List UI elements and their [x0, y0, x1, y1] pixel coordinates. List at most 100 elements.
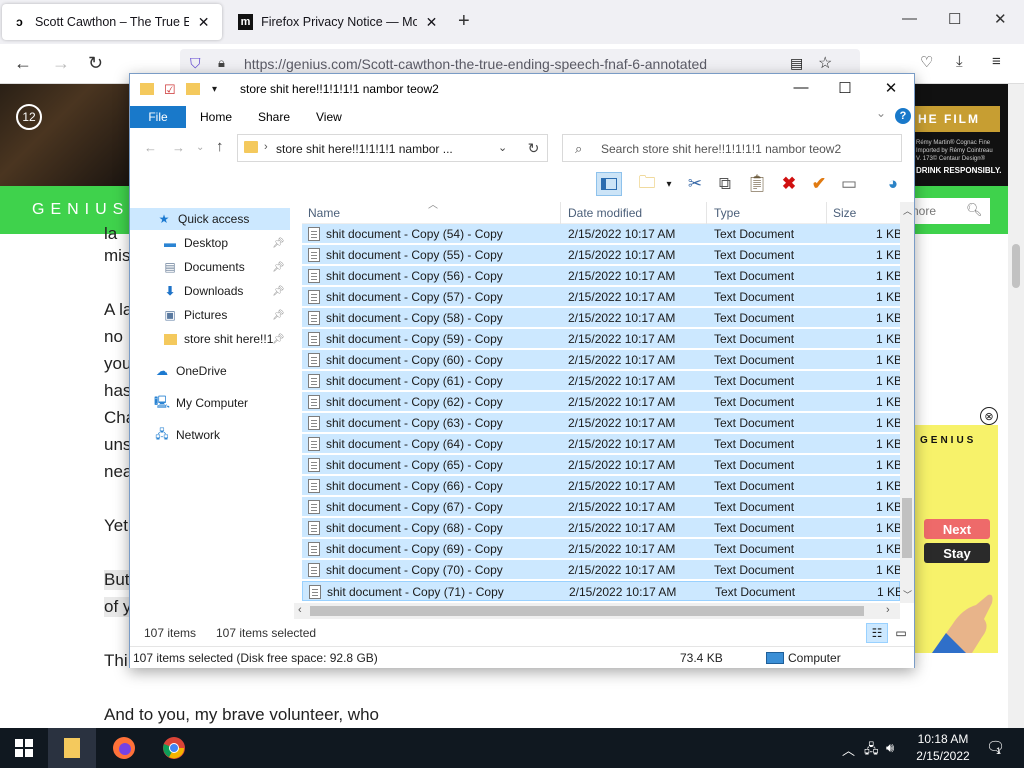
rename-check-icon[interactable]: ✔: [806, 172, 832, 196]
delete-icon[interactable]: ✖: [776, 172, 802, 196]
scroll-left-icon[interactable]: ‹: [298, 604, 302, 616]
file-row[interactable]: shit document - Copy (55) - Copy 2/15/202…: [302, 245, 900, 265]
address-dropdown-icon[interactable]: ⌄: [498, 141, 507, 154]
nav-item-store-folder[interactable]: store shit here!!1 📌︎: [130, 328, 290, 350]
start-button[interactable]: [0, 728, 48, 768]
forward-icon[interactable]: →: [52, 53, 70, 74]
genius-search-input[interactable]: nore 🔍︎: [902, 198, 990, 224]
properties-icon[interactable]: ▭: [836, 172, 862, 196]
explorer-maximize-button[interactable]: ☐: [830, 79, 860, 97]
large-icons-view-icon[interactable]: ▭: [890, 623, 912, 643]
file-row[interactable]: shit document - Copy (65) - Copy 2/15/202…: [302, 455, 900, 475]
taskbar-file-explorer[interactable]: [48, 728, 96, 768]
scroll-right-icon[interactable]: ›: [886, 604, 890, 616]
nav-item-quick-access[interactable]: ★ Quick access: [130, 208, 290, 230]
file-row[interactable]: shit document - Copy (67) - Copy 2/15/202…: [302, 497, 900, 517]
list-vertical-scroll-thumb[interactable]: [902, 498, 912, 558]
nav-item-desktop[interactable]: ▬ Desktop 📌︎: [130, 232, 290, 254]
reload-icon[interactable]: ↻: [88, 53, 103, 74]
url-text[interactable]: https://genius.com/Scott-cawthon-the-tru…: [244, 56, 707, 72]
scroll-up-icon[interactable]: ︿: [903, 204, 912, 217]
column-type[interactable]: Type: [714, 206, 740, 220]
side-ad[interactable]: GENIUS Next Stay: [912, 425, 998, 653]
explorer-minimize-button[interactable]: —: [786, 79, 816, 96]
column-divider[interactable]: [706, 202, 707, 224]
tab-genius[interactable]: ↄ Scott Cawthon – The True Endin ✕: [2, 4, 222, 40]
file-row[interactable]: shit document - Copy (64) - Copy 2/15/202…: [302, 434, 900, 454]
file-row[interactable]: shit document - Copy (71) - Copy 2/15/202…: [302, 581, 900, 601]
list-horizontal-scroll-thumb[interactable]: [310, 606, 864, 616]
ribbon-expand-icon[interactable]: ⌄: [876, 106, 886, 120]
file-row[interactable]: shit document - Copy (56) - Copy 2/15/202…: [302, 266, 900, 286]
page-scrollbar-thumb[interactable]: [1012, 244, 1020, 288]
taskbar-firefox[interactable]: [100, 728, 148, 768]
clock[interactable]: 10:18 AM 2/15/2022: [908, 731, 978, 765]
pin-icon[interactable]: 📌︎: [272, 238, 285, 249]
menu-icon[interactable]: ≡: [992, 53, 1001, 70]
new-tab-button[interactable]: +: [458, 10, 470, 33]
lock-icon[interactable]: 🔒︎: [218, 55, 225, 71]
file-row[interactable]: shit document - Copy (57) - Copy 2/15/202…: [302, 287, 900, 307]
minimize-button[interactable]: —: [902, 10, 917, 27]
tab-home[interactable]: Home: [200, 110, 232, 124]
file-row[interactable]: shit document - Copy (63) - Copy 2/15/202…: [302, 413, 900, 433]
ad-next-button[interactable]: Next: [924, 519, 990, 539]
paste-icon[interactable]: 📋︎: [744, 172, 770, 196]
nav-item-documents[interactable]: ▤ Documents 📌︎: [130, 256, 290, 278]
new-item-dropdown-icon[interactable]: ▾: [656, 172, 682, 196]
taskbar-chrome[interactable]: [150, 728, 198, 768]
pin-icon[interactable]: 📌︎: [272, 310, 285, 321]
file-row[interactable]: shit document - Copy (68) - Copy 2/15/202…: [302, 518, 900, 538]
file-explorer-window[interactable]: ☑ ▾ store shit here!!1!1!1!1 nambor teow…: [129, 73, 915, 668]
properties-icon[interactable]: ☑: [164, 82, 176, 98]
close-tab-icon[interactable]: ✕: [195, 14, 212, 31]
column-date-modified[interactable]: Date modified: [568, 206, 642, 220]
shield-icon[interactable]: ⛉: [190, 55, 201, 72]
reader-view-icon[interactable]: ▤: [790, 55, 803, 72]
recent-locations-icon[interactable]: ⌄: [196, 142, 204, 153]
help-icon[interactable]: ?: [895, 108, 911, 124]
nav-item-pictures[interactable]: ▣ Pictures 📌︎: [130, 304, 290, 326]
column-divider[interactable]: [560, 202, 561, 224]
pocket-icon[interactable]: ♡: [920, 53, 933, 71]
tab-file[interactable]: File: [130, 106, 186, 128]
cut-icon[interactable]: ✂: [682, 172, 708, 196]
tab-share[interactable]: Share: [258, 110, 290, 124]
file-row[interactable]: shit document - Copy (62) - Copy 2/15/202…: [302, 392, 900, 412]
search-input[interactable]: ⌕ Search store shit here!!1!1!1!1 nambor…: [562, 134, 902, 162]
pin-icon[interactable]: 📌︎: [272, 262, 285, 273]
ad-stay-button[interactable]: Stay: [924, 543, 990, 563]
show-hidden-icons-icon[interactable]: ︿: [842, 740, 855, 759]
address-bar[interactable]: › store shit here!!1!1!1!1 nambor ... ⌄: [237, 134, 548, 162]
globe-icon[interactable]: ◕: [880, 172, 906, 196]
maximize-button[interactable]: ☐: [948, 10, 961, 28]
breadcrumb-chevron-icon[interactable]: ›: [264, 141, 268, 153]
nav-item-network[interactable]: 🖧︎ Network: [130, 424, 290, 446]
close-tab-icon[interactable]: ✕: [423, 14, 440, 31]
file-row[interactable]: shit document - Copy (54) - Copy 2/15/202…: [302, 224, 900, 244]
forward-icon[interactable]: →: [172, 140, 185, 155]
file-row[interactable]: shit document - Copy (66) - Copy 2/15/202…: [302, 476, 900, 496]
explorer-close-button[interactable]: ✕: [876, 79, 906, 97]
up-icon[interactable]: ↑: [216, 138, 224, 155]
tab-firefox-privacy[interactable]: m Firefox Privacy Notice — Mozill ✕: [228, 4, 450, 40]
breadcrumb[interactable]: store shit here!!1!1!1!1 nambor ...: [276, 142, 453, 156]
file-row[interactable]: shit document - Copy (60) - Copy 2/15/202…: [302, 350, 900, 370]
search-icon[interactable]: 🔍︎: [966, 202, 983, 218]
close-button[interactable]: ✕: [994, 10, 1007, 28]
file-row[interactable]: shit document - Copy (58) - Copy 2/15/202…: [302, 308, 900, 328]
quick-access-dropdown-icon[interactable]: ▾: [212, 84, 217, 95]
file-row[interactable]: shit document - Copy (70) - Copy 2/15/202…: [302, 560, 900, 580]
column-divider[interactable]: [826, 202, 827, 224]
new-folder-icon[interactable]: [186, 83, 200, 95]
details-view-icon[interactable]: ☷: [866, 623, 888, 643]
preview-pane-icon[interactable]: [596, 172, 622, 196]
file-row[interactable]: shit document - Copy (59) - Copy 2/15/202…: [302, 329, 900, 349]
page-scrollbar[interactable]: [1008, 84, 1024, 728]
nav-item-my-computer[interactable]: 🖳︎ My Computer: [130, 392, 290, 414]
file-row[interactable]: shit document - Copy (69) - Copy 2/15/202…: [302, 539, 900, 559]
pin-icon[interactable]: 📌︎: [272, 286, 285, 297]
ad-close-icon[interactable]: ⊗: [980, 407, 998, 425]
pin-icon[interactable]: 📌︎: [272, 334, 285, 345]
volume-icon[interactable]: 🔊︎: [886, 740, 894, 756]
